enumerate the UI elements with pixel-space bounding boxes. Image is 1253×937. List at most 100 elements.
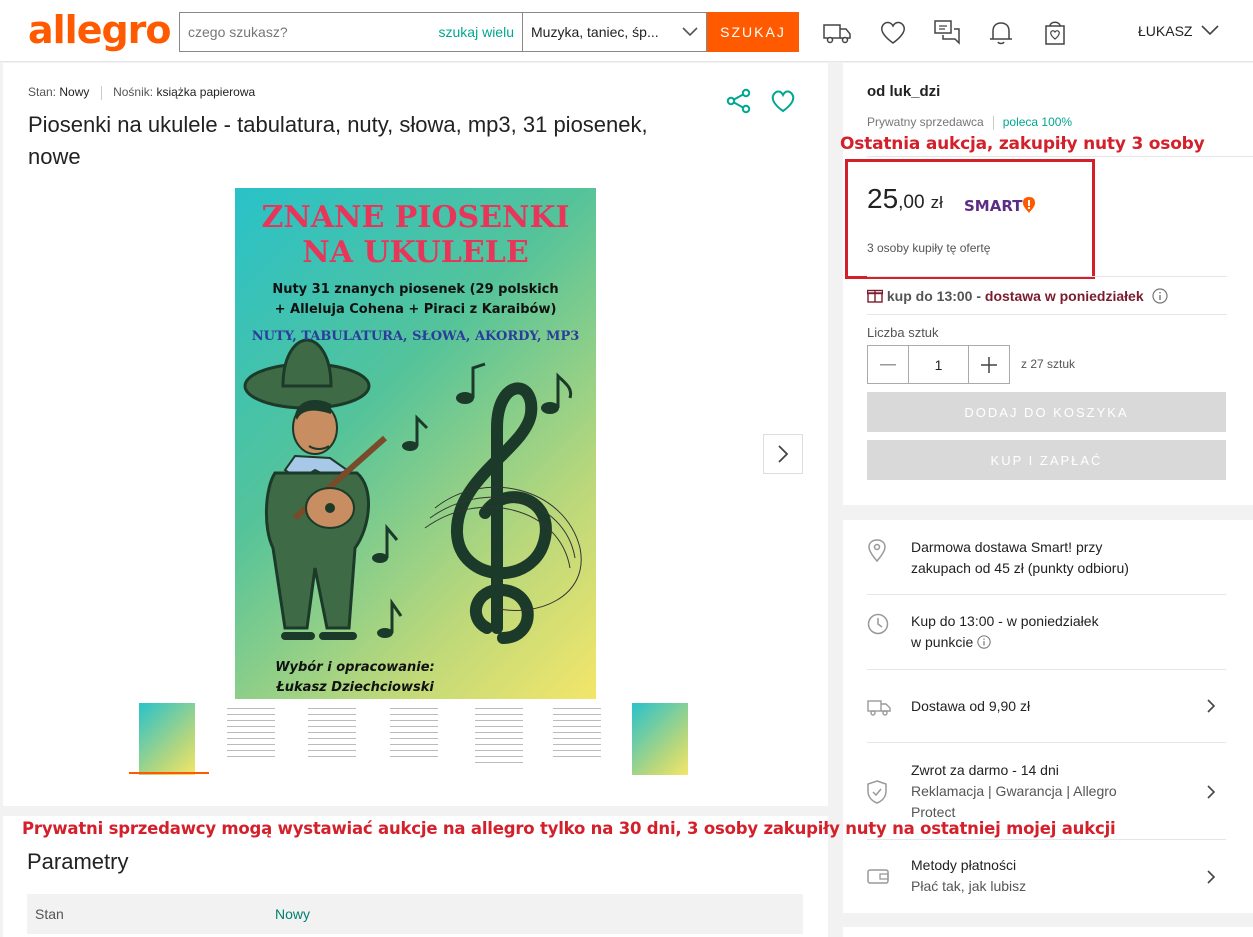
heart-icon[interactable] xyxy=(878,17,908,47)
product-card: Stan: Nowy Nośnik: książka papierowa Pio… xyxy=(3,63,828,806)
gallery-next-button[interactable] xyxy=(763,434,803,474)
bought-count: 3 osoby kupiły tę ofertę xyxy=(867,241,991,255)
category-select[interactable]: Muzyka, taniec, śp... xyxy=(522,12,707,52)
returns-line2: Reklamacja | Gwarancja | Allegro xyxy=(911,783,1117,799)
free-delivery-row[interactable]: Darmowa dostawa Smart! przy zakupach od 4… xyxy=(867,537,1226,581)
annotation-highlight-box xyxy=(845,159,1095,279)
quantity-increase-button[interactable] xyxy=(969,346,1009,383)
user-name[interactable]: ŁUKASZ xyxy=(1138,23,1192,39)
cover-author-line1: Wybór i opracowanie: xyxy=(275,660,435,675)
divider xyxy=(992,115,994,130)
gallery-thumbnails xyxy=(129,699,699,775)
add-to-cart-button[interactable]: DODAJ DO KOSZYKA xyxy=(867,392,1226,432)
thumbnail-6[interactable] xyxy=(549,703,605,775)
minus-icon xyxy=(879,363,896,365)
parameter-row: Stan Nowy xyxy=(27,894,803,934)
divider xyxy=(867,742,1226,743)
bell-icon[interactable] xyxy=(986,17,1016,47)
cover-subtitle: Nuty 31 znanych piosenek (29 polskich + A… xyxy=(235,280,596,320)
divider xyxy=(867,314,1227,315)
seller-recommend[interactable]: poleca 100% xyxy=(1003,115,1072,129)
payment-methods-text: Metody płatności Płać tak, jak lubisz xyxy=(911,855,1026,897)
shield-check-icon xyxy=(867,780,887,804)
divider xyxy=(867,156,1253,157)
search-input[interactable]: czego szukasz? szukaj wielu xyxy=(179,12,522,52)
allegro-logo[interactable]: allegro xyxy=(28,8,172,52)
price-integer: 25 xyxy=(867,183,899,214)
chevron-right-icon xyxy=(1207,699,1216,713)
thumbnail-3[interactable] xyxy=(304,703,360,775)
returns-row[interactable]: Zwrot za darmo - 14 dni Reklamacja | Gwar… xyxy=(867,760,1226,824)
payment-methods-row[interactable]: Metody płatności Płać tak, jak lubisz xyxy=(867,855,1226,899)
messages-icon[interactable] xyxy=(932,17,962,47)
divider xyxy=(100,85,102,100)
product-title: Piosenki na ukulele - tabulatura, nuty, … xyxy=(28,112,648,169)
cover-title-line2: NA UKULELE xyxy=(302,235,529,270)
price: 25,00 zł xyxy=(867,183,943,215)
chevron-right-icon xyxy=(1207,870,1216,884)
cart-bag-icon[interactable] xyxy=(1040,17,1070,47)
divider xyxy=(867,669,1226,670)
nosnik-label: Nośnik: xyxy=(113,85,154,99)
delivery-day: dostawa w poniedziałek xyxy=(984,288,1144,304)
delivery-cost-text: Dostawa od 9,90 zł xyxy=(911,698,1031,714)
chevron-right-icon xyxy=(1207,785,1216,799)
seller-info: Prywatny sprzedawca poleca 100% xyxy=(867,115,1072,130)
delivery-deadline: kup do 13:00 - xyxy=(886,288,982,304)
search-button[interactable]: SZUKAJ xyxy=(707,12,799,52)
cover-author-line2: Łukasz Dziechciowski xyxy=(276,680,434,695)
quantity-stepper: 1 xyxy=(867,345,1010,384)
product-cover-image[interactable]: ZNANE PIOSENKI NA UKULELE Nuty 31 znanych… xyxy=(235,188,596,699)
smart-label: SMART xyxy=(964,197,1023,215)
free-delivery-line1: Darmowa dostawa Smart! przy xyxy=(911,539,1103,555)
divider xyxy=(867,594,1226,595)
info-icon[interactable] xyxy=(1151,288,1168,304)
favorite-heart-icon[interactable] xyxy=(769,87,797,115)
parameters-title: Parametry xyxy=(27,849,129,874)
chevron-right-icon xyxy=(778,445,789,463)
plus-icon xyxy=(981,356,998,373)
chevron-down-icon[interactable] xyxy=(1200,22,1220,38)
divider xyxy=(867,276,1227,277)
returns-text: Zwrot za darmo - 14 dni Reklamacja | Gwar… xyxy=(911,760,1117,823)
cover-author: Wybór i opracowanie: Łukasz Dziechciowski xyxy=(235,658,475,698)
nosnik-value: książka papierowa xyxy=(156,85,256,99)
thumbnail-7[interactable] xyxy=(632,703,688,775)
thumbnail-2[interactable] xyxy=(223,703,279,775)
thumbnail-4[interactable] xyxy=(386,703,442,775)
seller-type: Prywatny sprzedawca xyxy=(867,115,984,129)
info-icon[interactable] xyxy=(977,635,991,649)
parameter-value[interactable]: Nowy xyxy=(275,906,310,922)
share-icon[interactable] xyxy=(725,87,753,115)
price-decimal: ,00 xyxy=(898,192,925,213)
delivery-cost-row[interactable]: Dostawa od 9,90 zł xyxy=(867,696,1226,720)
delivery-truck-icon[interactable] xyxy=(822,17,852,47)
payment-methods-title: Metody płatności xyxy=(911,857,1017,873)
annotation-bottom: Prywatni sprzedawcy mogą wystawiać aukcj… xyxy=(22,819,1116,838)
thumbnail-1[interactable] xyxy=(139,703,195,775)
location-pin-icon xyxy=(868,539,886,563)
offer-panel: od luk_dzi Prywatny sprzedawca poleca 100… xyxy=(840,63,1253,505)
cover-title-line1: ZNANE PIOSENKI xyxy=(261,200,570,235)
free-delivery-line2: zakupach od 45 zł (punkty odbioru) xyxy=(911,560,1129,576)
gift-icon xyxy=(866,289,884,303)
cover-sub-line1: Nuty 31 znanych piosenek (29 polskich xyxy=(272,282,559,297)
stan-label: Stan: xyxy=(28,85,57,99)
seller-name[interactable]: od luk_dzi xyxy=(867,83,940,100)
truck-icon xyxy=(867,700,891,716)
chevron-down-icon xyxy=(682,27,698,37)
search-multi-link[interactable]: szukaj wielu xyxy=(439,24,514,40)
delivery-returns-panel: Darmowa dostawa Smart! przy zakupach od 4… xyxy=(843,520,1253,913)
quantity-decrease-button[interactable] xyxy=(868,346,908,383)
cover-title: ZNANE PIOSENKI NA UKULELE xyxy=(235,200,596,270)
quantity-input[interactable]: 1 xyxy=(907,346,970,383)
buy-now-button[interactable]: KUP I ZAPŁAĆ xyxy=(867,440,1226,480)
pickup-time-row: Kup do 13:00 - w poniedziałek w punkcie xyxy=(867,611,1226,655)
returns-line1: Zwrot za darmo - 14 dni xyxy=(911,762,1059,778)
cover-sub-line2: + Alleluja Cohena + Piraci z Karaibów) xyxy=(274,302,557,317)
cover-contents: NUTY, TABULATURA, SŁOWA, AKORDY, MP3 xyxy=(251,329,580,344)
divider xyxy=(867,839,1226,840)
price-currency: zł xyxy=(930,193,943,212)
search-bar: czego szukasz? szukaj wielu Muzyka, tani… xyxy=(179,12,799,52)
thumbnail-5[interactable] xyxy=(471,703,527,775)
